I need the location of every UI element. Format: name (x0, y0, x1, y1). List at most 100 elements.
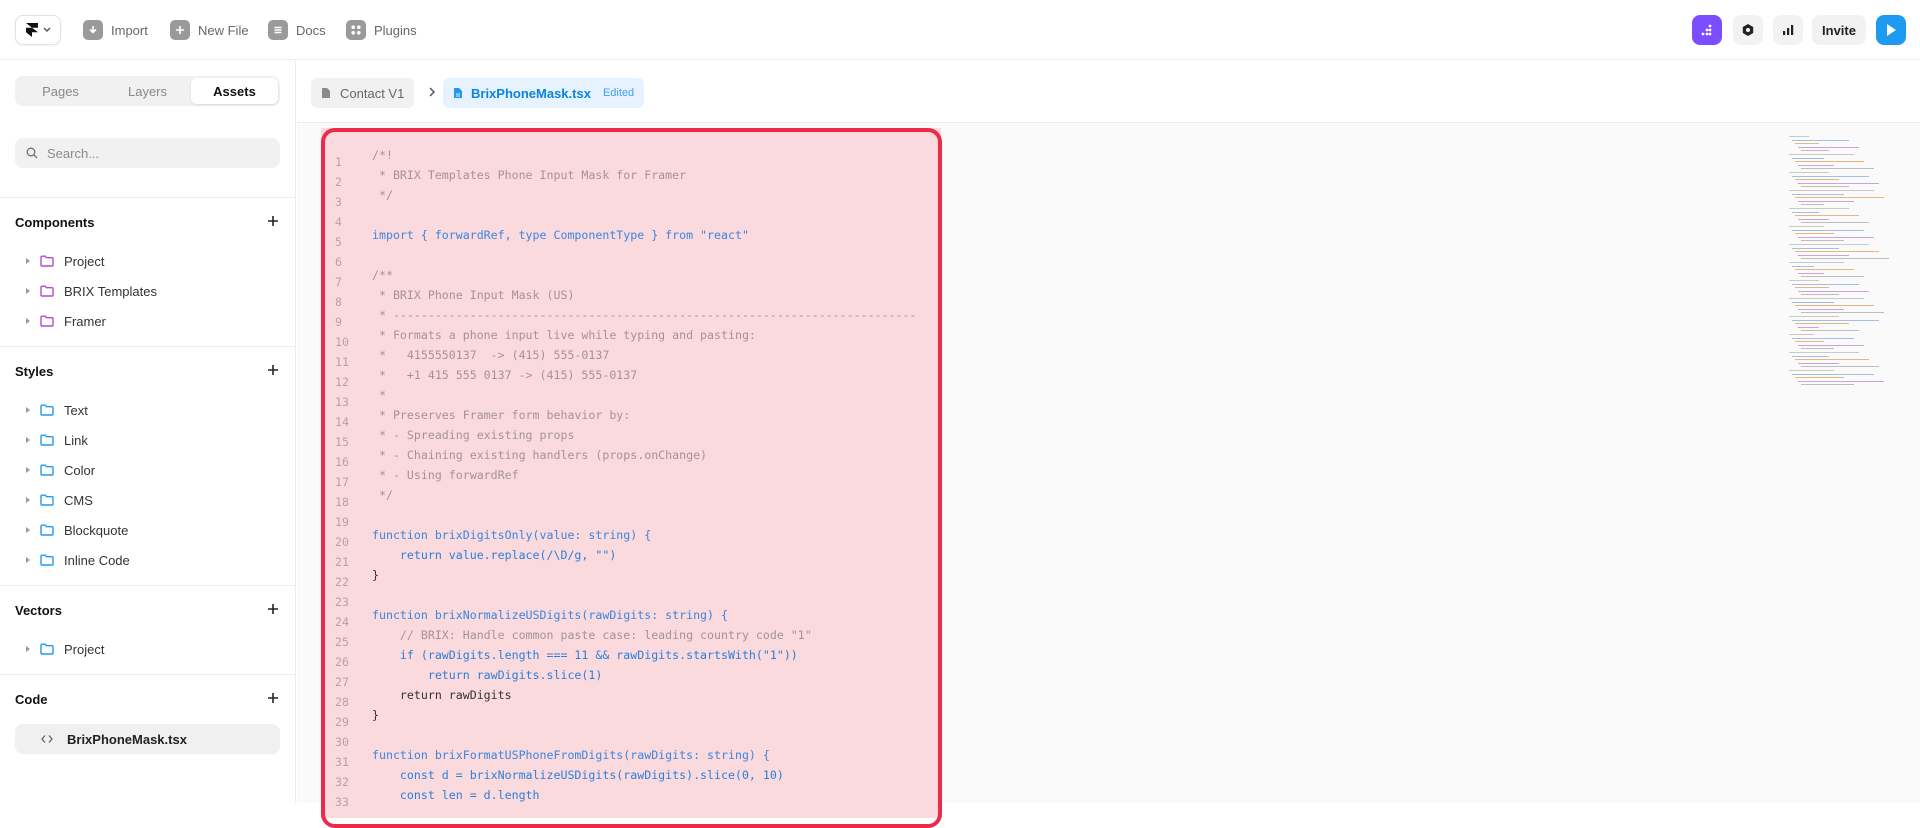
code-minimap[interactable] (1785, 136, 1905, 396)
line-number: 31 (335, 755, 349, 769)
left-sidebar: Pages Layers Assets Components Project B… (0, 61, 296, 803)
add-vector-icon[interactable] (266, 602, 280, 616)
preview-button[interactable] (1876, 15, 1906, 45)
search-input[interactable] (47, 145, 247, 161)
line-number: 6 (335, 255, 342, 269)
expand-triangle-icon[interactable] (26, 467, 30, 473)
style-folder-blockquote[interactable]: Blockquote (26, 520, 128, 540)
minimap-line (1801, 258, 1889, 260)
component-folder-brix-templates[interactable]: BRIX Templates (26, 281, 157, 301)
ai-dots-button[interactable] (1692, 15, 1722, 45)
style-folder-cms[interactable]: CMS (26, 490, 93, 510)
asset-search[interactable] (15, 138, 280, 168)
expand-triangle-icon[interactable] (26, 557, 30, 563)
breadcrumb-file-tab[interactable]: BrixPhoneMask.tsx Edited (443, 78, 645, 108)
expand-triangle-icon[interactable] (26, 258, 30, 264)
minimap-line (1795, 323, 1849, 325)
code-file-brixphonemask[interactable]: BrixPhoneMask.tsx (15, 724, 280, 754)
expand-triangle-icon[interactable] (26, 527, 30, 533)
vectors-section-title: Vectors (15, 603, 62, 618)
component-folder-framer[interactable]: Framer (26, 311, 106, 331)
minimap-line (1795, 143, 1819, 145)
expand-triangle-icon[interactable] (26, 407, 30, 413)
line-text: return rawDigits.slice(1) (372, 668, 603, 682)
code-line: 22} (321, 565, 916, 589)
style-folder-color[interactable]: Color (26, 460, 95, 480)
minimap-line (1798, 326, 1819, 328)
new-file-button[interactable]: New File (170, 19, 249, 41)
style-folder-inline-code[interactable]: Inline Code (26, 550, 130, 570)
line-text: function brixNormalizeUSDigits(rawDigits… (372, 608, 728, 622)
framer-menu-button[interactable] (15, 15, 61, 45)
code-line: 30 (321, 725, 916, 749)
line-number: 29 (335, 715, 349, 729)
code-line: 24 function brixNormalizeUSDigits(rawDigi… (321, 605, 916, 629)
analytics-button[interactable] (1773, 15, 1803, 45)
code-line: 17 * - Using forwardRef (321, 465, 916, 489)
add-code-file-icon[interactable] (266, 691, 280, 705)
line-number: 18 (335, 495, 349, 509)
line-text: /** (372, 268, 393, 282)
chevron-right-icon (429, 87, 436, 97)
folder-icon (40, 554, 54, 566)
settings-button[interactable] (1733, 15, 1763, 45)
line-text: const d = brixNormalizeUSDigits(rawDigit… (372, 768, 784, 782)
minimap-line (1792, 265, 1814, 267)
minimap-line (1792, 229, 1864, 231)
expand-triangle-icon[interactable] (26, 318, 30, 324)
folder-label: Inline Code (64, 552, 130, 568)
add-style-icon[interactable] (266, 363, 280, 377)
folder-label: Project (64, 641, 105, 657)
folder-icon (40, 315, 54, 327)
style-folder-link[interactable]: Link (26, 430, 88, 450)
code-line: 11 * 4155550137 -> (415) 555-0137 (321, 345, 916, 369)
line-text: * (372, 388, 386, 402)
code-editor-area: Contact V1 BrixPhoneMask.tsx Edited 1 /*!… (297, 61, 1920, 828)
docs-label: Docs (296, 22, 326, 38)
minimap-line (1792, 355, 1829, 357)
expand-triangle-icon[interactable] (26, 646, 30, 652)
minimap-line (1792, 373, 1874, 375)
minimap-line (1798, 236, 1874, 238)
docs-button[interactable]: Docs (268, 19, 326, 41)
expand-triangle-icon[interactable] (26, 437, 30, 443)
minimap-line (1798, 182, 1879, 184)
folder-label: BRIX Templates (64, 283, 157, 299)
plugins-button[interactable]: Plugins (346, 19, 417, 41)
tab-layers[interactable]: Layers (104, 78, 191, 104)
line-text: return value.replace(/\D/g, "") (372, 548, 617, 562)
line-number: 25 (335, 635, 349, 649)
expand-triangle-icon[interactable] (26, 288, 30, 294)
minimap-line (1801, 384, 1854, 386)
line-text: * 4155550137 -> (415) 555-0137 (372, 348, 610, 362)
vector-folder-project[interactable]: Project (26, 639, 104, 659)
code-line: 33 const len = d.length (321, 785, 916, 809)
style-folder-text[interactable]: Text (26, 400, 88, 420)
line-text: * - Using forwardRef (372, 468, 519, 482)
breadcrumb-parent[interactable]: Contact V1 (311, 78, 415, 108)
component-folder-project[interactable]: Project (26, 251, 104, 271)
search-icon (26, 147, 38, 159)
tab-pages[interactable]: Pages (17, 78, 104, 104)
minimap-line (1789, 352, 1859, 353)
minimap-line (1801, 312, 1884, 314)
line-text: if (rawDigits.length === 11 && rawDigits… (372, 648, 798, 662)
code-line: 28 return rawDigits (321, 685, 916, 709)
code-line: 3 */ (321, 185, 916, 209)
import-button[interactable]: Import (83, 19, 148, 41)
minimap-line (1789, 136, 1809, 137)
line-text: /*! (372, 148, 393, 162)
code-line: 15 * - Spreading existing props (321, 425, 916, 449)
line-number: 23 (335, 595, 349, 609)
expand-triangle-icon[interactable] (26, 497, 30, 503)
line-number: 4 (335, 215, 342, 229)
code-line: 12 * +1 415 555 0137 -> (415) 555-0137 (321, 365, 916, 389)
tab-assets[interactable]: Assets (191, 78, 278, 104)
add-component-icon[interactable] (266, 214, 280, 228)
code-line: 20 function brixDigitsOnly(value: string)… (321, 525, 916, 549)
code-editor[interactable]: 1 /*! 2 * BRIX Templates Phone Input Mask… (321, 128, 941, 818)
invite-button[interactable]: Invite (1812, 15, 1866, 45)
minimap-line (1789, 208, 1849, 209)
line-text: * BRIX Phone Input Mask (US) (372, 288, 575, 302)
minimap-line (1792, 283, 1859, 285)
